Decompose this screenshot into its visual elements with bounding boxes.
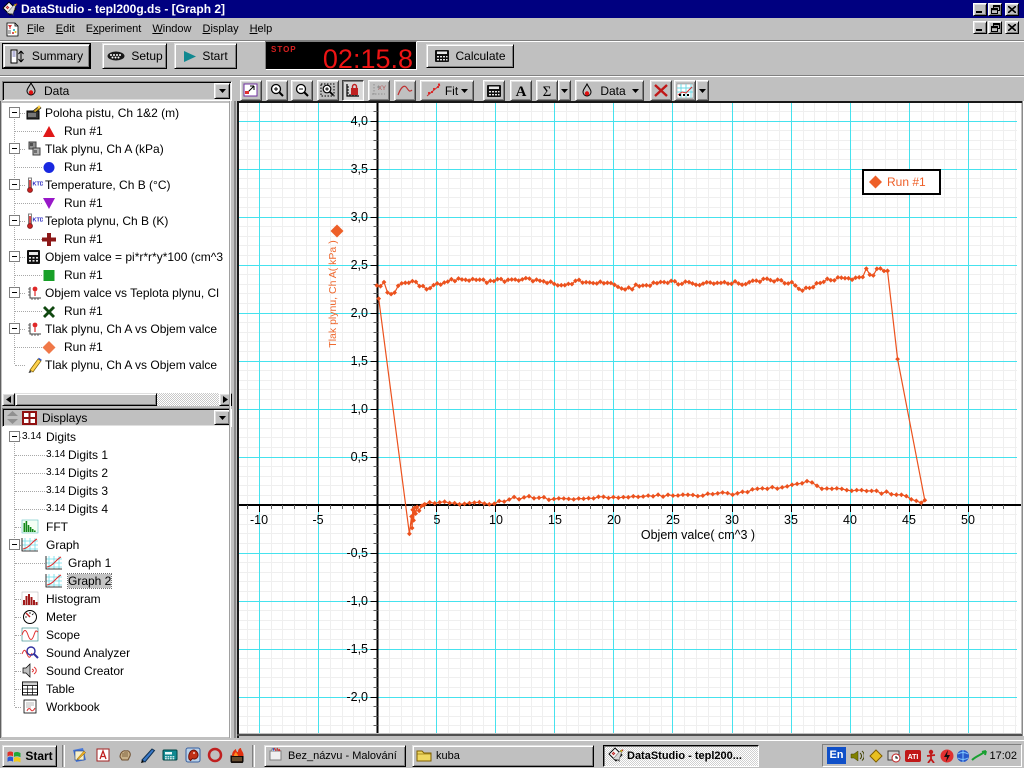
svg-text:3.14: 3.14 xyxy=(22,431,41,441)
svg-text:3.14: 3.14 xyxy=(46,467,65,477)
svg-text:1,0: 1,0 xyxy=(351,402,368,416)
svg-text:Σ: Σ xyxy=(543,84,552,98)
svg-text:-10: -10 xyxy=(250,513,268,527)
svg-text:3.14: 3.14 xyxy=(46,503,65,513)
svg-text:4,0: 4,0 xyxy=(351,114,368,128)
svg-text:5: 5 xyxy=(434,513,441,527)
svg-text:30: 30 xyxy=(725,513,739,527)
svg-text:A: A xyxy=(516,84,527,98)
svg-text:KTD: KTD xyxy=(33,182,44,188)
svg-text:3,0: 3,0 xyxy=(351,210,368,224)
svg-text:3.14: 3.14 xyxy=(46,449,65,459)
svg-text:45: 45 xyxy=(902,513,916,527)
svg-text:-1,0: -1,0 xyxy=(346,594,368,608)
svg-text:2,5: 2,5 xyxy=(351,258,368,272)
svg-text:50: 50 xyxy=(961,513,975,527)
svg-text:-2,0: -2,0 xyxy=(346,690,368,704)
svg-text:0,5: 0,5 xyxy=(351,450,368,464)
svg-text:10: 10 xyxy=(489,513,503,527)
svg-text:1,5: 1,5 xyxy=(351,354,368,368)
svg-text:-1,5: -1,5 xyxy=(346,642,368,656)
svg-text:Run #1: Run #1 xyxy=(887,175,926,189)
svg-text:15: 15 xyxy=(548,513,562,527)
svg-text:35: 35 xyxy=(784,513,798,527)
svg-text:3,5: 3,5 xyxy=(351,162,368,176)
svg-text:Objem valce( cm^3 ): Objem valce( cm^3 ) xyxy=(641,528,755,542)
svg-text:20: 20 xyxy=(607,513,621,527)
svg-text:40: 40 xyxy=(843,513,857,527)
svg-text:2,0: 2,0 xyxy=(351,306,368,320)
svg-text:KTD: KTD xyxy=(33,218,44,224)
svg-text:25: 25 xyxy=(666,513,680,527)
svg-text:-0,5: -0,5 xyxy=(346,546,368,560)
svg-text:-5: -5 xyxy=(312,513,323,527)
svg-text:Tlak plynu, Ch A( kPa ): Tlak plynu, Ch A( kPa ) xyxy=(327,240,339,347)
svg-text:3.14: 3.14 xyxy=(46,485,65,495)
svg-text:ATI: ATI xyxy=(908,754,919,761)
